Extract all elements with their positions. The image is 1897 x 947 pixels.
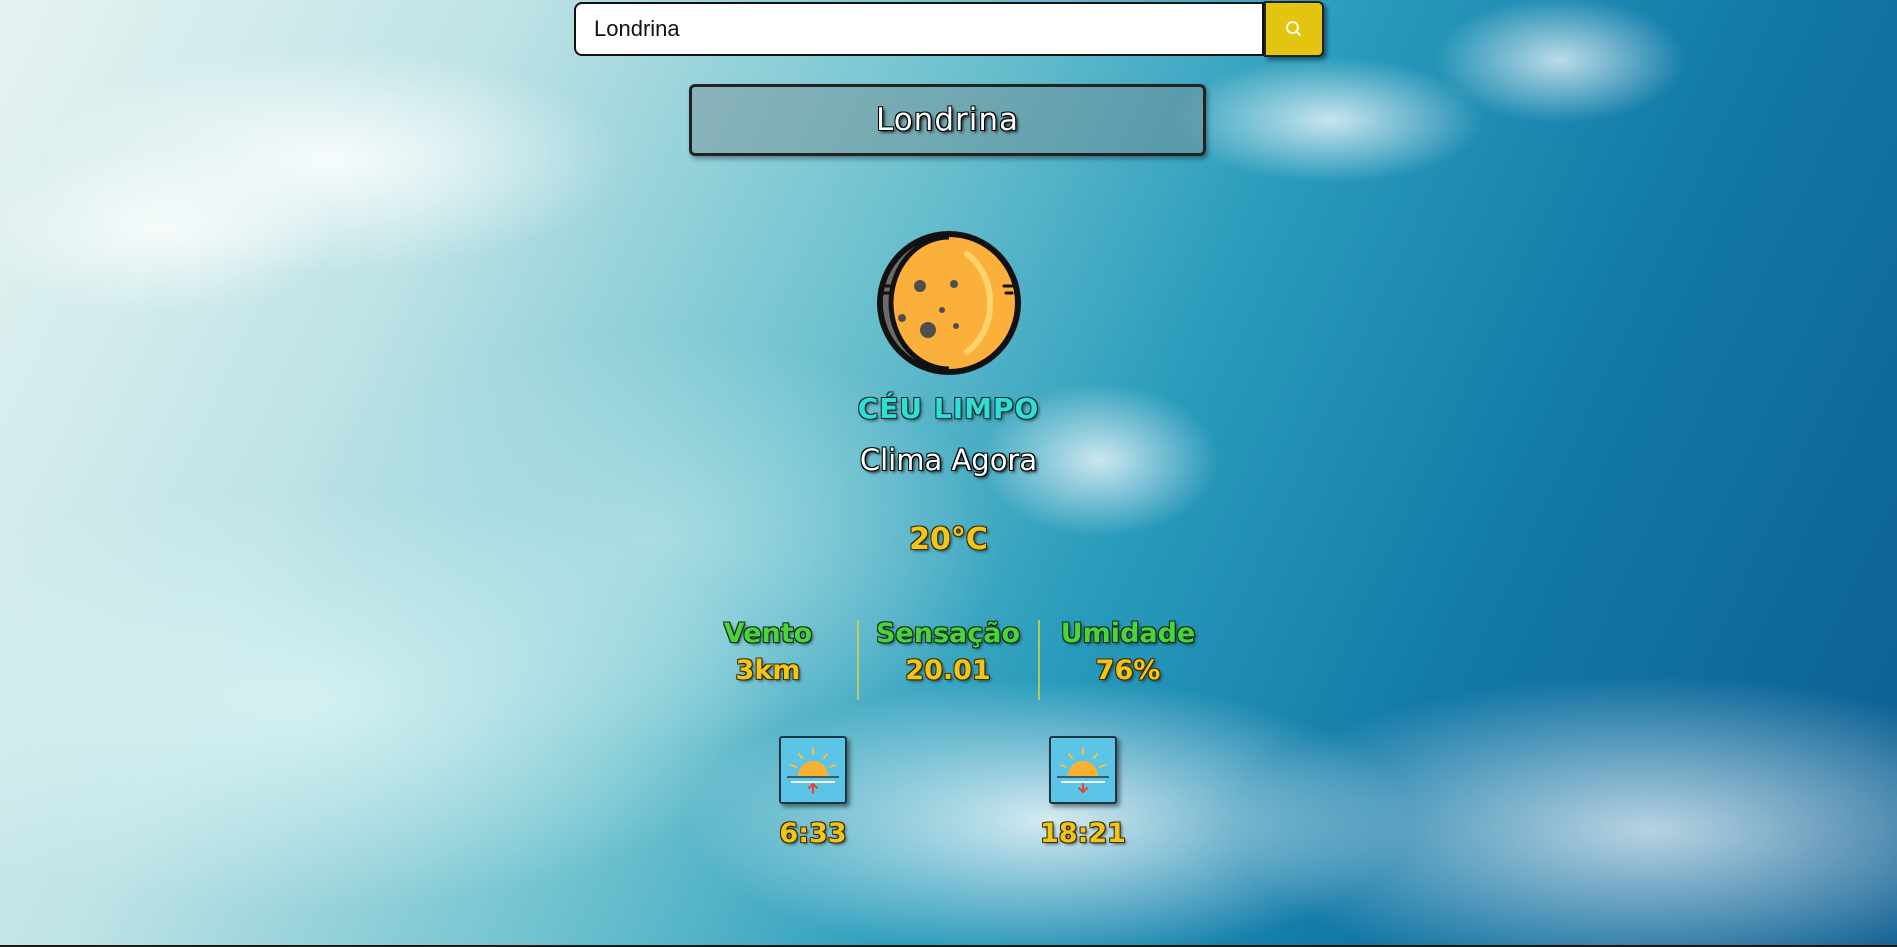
stat-value: 76%: [1095, 655, 1161, 686]
temperature: 20°C: [909, 522, 988, 557]
stat-humidity: Umidade 76%: [1048, 618, 1208, 686]
weather-stats: Vento 3km Sensação 20.01 Umidade 76%: [0, 618, 1897, 706]
divider: [1038, 620, 1040, 700]
weather-subtitle: Clima Agora: [859, 443, 1038, 477]
weather-description: CÉU LIMPO: [857, 392, 1040, 425]
sunset-icon: [1049, 736, 1117, 804]
crescent-moon-icon: [877, 231, 1021, 375]
stat-label: Umidade: [1060, 618, 1196, 649]
search-bar: [574, 1, 1324, 57]
search-button[interactable]: [1264, 1, 1324, 57]
stat-wind: Vento 3km: [708, 618, 828, 686]
search-icon: [1286, 21, 1301, 36]
sunrise-icon: [779, 736, 847, 804]
stat-value: 20.01: [905, 655, 991, 686]
stat-feels-like: Sensação 20.01: [868, 618, 1028, 686]
sunrise-time: 6:33: [779, 818, 847, 849]
divider: [857, 620, 859, 700]
stat-label: Vento: [723, 618, 813, 649]
city-name: Londrina: [689, 84, 1206, 156]
stat-value: 3km: [735, 655, 801, 686]
stat-label: Sensação: [875, 618, 1021, 649]
sunset-time: 18:21: [1040, 818, 1126, 849]
search-input[interactable]: [574, 2, 1264, 56]
